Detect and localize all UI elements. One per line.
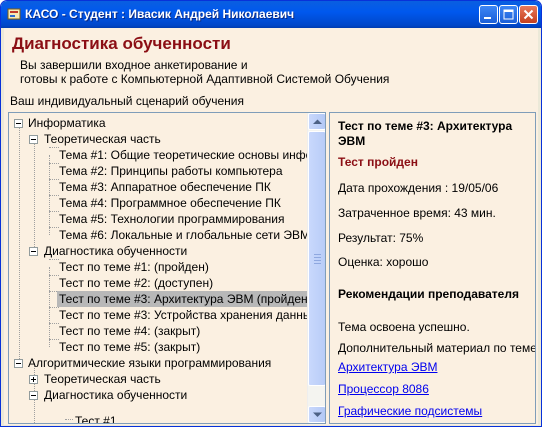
tree-node-test[interactable]: Тест по теме #1: (пройден)	[9, 259, 307, 275]
test-title: Тест по теме #3: Архитектура ЭВМ	[338, 119, 513, 148]
tree-node-topic[interactable]: Тема #4: Программное обеспечение ПК	[9, 195, 307, 211]
tree-node-informatics[interactable]: Информатика	[9, 115, 307, 131]
recommendation-text: Тема освоена успешно.	[338, 320, 470, 334]
material-link-graphics[interactable]: Графические подсистемы	[338, 404, 482, 418]
tree-node-topic[interactable]: Тема #6: Локальные и глобальные сети ЭВМ	[9, 227, 307, 243]
material-link-architecture[interactable]: Архитектура ЭВМ	[338, 360, 437, 374]
intro-text: Вы завершили входное анкетирование и гот…	[20, 58, 389, 86]
intro-line-1: Вы завершили входное анкетирование и	[20, 58, 248, 72]
tree-node-theory[interactable]: Теоретическая часть	[9, 131, 307, 147]
close-icon	[523, 9, 534, 20]
maximize-icon	[503, 9, 514, 20]
test-details-panel: Тест по теме #3: Архитектура ЭВМ Тест пр…	[329, 112, 536, 424]
title-bar[interactable]: КАСО - Студент : Ивасик Андрей Николаеви…	[1, 1, 541, 28]
tree-viewport: Информатика Теоретическая часть Тема #1:…	[9, 113, 307, 423]
expand-toggle[interactable]	[29, 375, 38, 384]
collapse-toggle[interactable]	[29, 135, 38, 144]
app-window: КАСО - Студент : Ивасик Андрей Николаеви…	[0, 0, 542, 427]
collapse-toggle[interactable]	[14, 359, 23, 368]
tree-node-partial[interactable]: Тест #1	[9, 413, 307, 423]
tree-node-test-selected[interactable]: Тест по теме #3: Архитектура ЭВМ (пройде…	[9, 291, 307, 307]
collapse-toggle[interactable]	[29, 247, 38, 256]
test-time-spent: Затраченное время: 43 мин.	[338, 206, 496, 220]
tree-node-topic[interactable]: Тема #5: Технологии программирования	[9, 211, 307, 227]
test-grade: Оценка: хорошо	[338, 255, 429, 269]
main-panel: Диагностика обученности Вы завершили вхо…	[4, 28, 538, 425]
close-button[interactable]	[519, 5, 538, 24]
kaso-app-icon	[7, 8, 21, 20]
tree-node-test[interactable]: Тест по теме #5: (закрыт)	[9, 339, 307, 355]
minimize-button[interactable]	[479, 5, 498, 24]
arrow-down-icon	[313, 412, 322, 417]
window-title: КАСО - Студент : Ивасик Андрей Николаеви…	[25, 7, 295, 21]
page-title: Диагностика обученности	[12, 34, 231, 53]
tree-node-algo-theory[interactable]: Теоретическая часть	[9, 371, 307, 387]
tree-node-test[interactable]: Тест по теме #4: (закрыт)	[9, 323, 307, 339]
extra-material-label: Дополнительный материал по теме:	[338, 341, 536, 355]
tree-node-test[interactable]: Тест по теме #2: (доступен)	[9, 275, 307, 291]
tree-node-test[interactable]: Тест по теме #3: Устройства хранения дан…	[9, 307, 307, 323]
test-result: Результат: 75%	[338, 231, 424, 245]
tree-node-topic[interactable]: Тема #1: Общие теоретические основы инфо…	[9, 147, 307, 163]
tree-scrollbar[interactable]	[307, 113, 325, 423]
tree-node-diagnostics[interactable]: Диагностика обученности	[9, 243, 307, 259]
scroll-up-button[interactable]	[308, 113, 325, 130]
status-badge: Тест пройден	[338, 155, 418, 169]
tree-node-topic[interactable]: Тема #2: Принципы работы компьютера	[9, 163, 307, 179]
tree-node-algo[interactable]: Алгоритмические языки программирования	[9, 355, 307, 371]
test-date: Дата прохождения : 19/05/06	[338, 181, 499, 195]
tree-node-algo-diagnostics[interactable]: Диагностика обученности	[9, 387, 307, 403]
maximize-button[interactable]	[499, 5, 518, 24]
minimize-icon	[484, 17, 491, 19]
intro-line-2: готовы к работе с Компьютерной Адаптивно…	[20, 72, 390, 86]
recommendations-heading: Рекомендации преподавателя	[338, 287, 519, 301]
material-link-processor[interactable]: Процессор 8086	[338, 382, 429, 396]
learning-scenario-tree[interactable]: Информатика Теоретическая часть Тема #1:…	[8, 112, 326, 424]
arrow-up-icon	[313, 119, 322, 124]
scroll-thumb[interactable]	[308, 131, 325, 386]
scenario-label: Ваш индивидуальный сценарий обучения	[10, 94, 244, 108]
collapse-toggle[interactable]	[14, 119, 23, 128]
scroll-down-button[interactable]	[308, 406, 325, 423]
collapse-toggle[interactable]	[29, 391, 38, 400]
tree-node-topic[interactable]: Тема #3: Аппаратное обеспечение ПК	[9, 179, 307, 195]
